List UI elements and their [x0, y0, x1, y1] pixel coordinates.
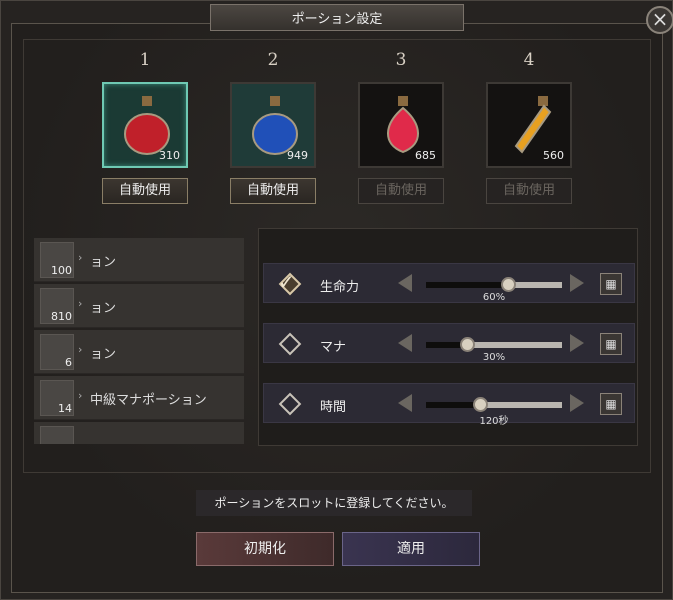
slot-number: 2: [267, 50, 279, 70]
auto-use-button[interactable]: 自動使用: [102, 178, 188, 204]
pink-potion-icon: [387, 96, 419, 154]
slot-potion-box[interactable]: 685: [358, 82, 444, 168]
setting-row-time: 時間 120秒 ▦: [263, 383, 635, 427]
orange-vial-icon: [514, 96, 552, 154]
list-item[interactable]: 100 › ョン: [34, 238, 244, 282]
slot-count: 949: [287, 149, 308, 162]
slider-fill: [426, 402, 481, 408]
potion-icon: 14: [40, 380, 74, 416]
decrease-arrow-icon[interactable]: [398, 394, 412, 412]
potion-name: ョン: [90, 255, 117, 270]
slot-potion-box[interactable]: 310: [102, 82, 188, 168]
chevron-right-icon: ›: [78, 251, 83, 264]
chevron-right-icon: ›: [78, 389, 83, 402]
time-checkbox[interactable]: [278, 392, 302, 416]
increase-arrow-icon[interactable]: [570, 274, 584, 292]
potion-name: ョン: [90, 347, 117, 362]
grid-icon[interactable]: ▦: [600, 393, 622, 415]
list-item[interactable]: 14 › 中級マナポーション: [34, 376, 244, 420]
slot-number: 1: [139, 50, 151, 70]
setting-row-mana: マナ 30% ▦: [263, 323, 635, 363]
grid-icon[interactable]: ▦: [600, 333, 622, 355]
potion-icon: [40, 426, 74, 444]
close-icon[interactable]: ×: [646, 6, 673, 34]
list-item[interactable]: 810 › ョン: [34, 284, 244, 328]
checkmark-icon: ✓: [278, 270, 295, 294]
slider-fill: [426, 282, 508, 288]
settings-panel: ✓ 生命力 60% ▦ マナ 30% ▦ 時間 120秒 ▦: [258, 228, 638, 446]
auto-use-button[interactable]: 自動使用: [358, 178, 444, 204]
slot-potion-box[interactable]: 949: [230, 82, 316, 168]
blue-potion-icon: [252, 96, 298, 155]
slot-count: 685: [415, 149, 436, 162]
mana-checkbox[interactable]: [278, 332, 302, 356]
setting-value: 60%: [482, 292, 506, 303]
slider-knob[interactable]: [459, 337, 475, 352]
potion-icon: 100: [40, 242, 74, 278]
decrease-arrow-icon[interactable]: [398, 334, 412, 352]
list-item[interactable]: [34, 422, 244, 444]
slot-number: 4: [523, 50, 535, 70]
potion-body: [124, 113, 170, 155]
slot-count: 560: [543, 149, 564, 162]
hp-slider[interactable]: [426, 277, 562, 292]
slot-potion-box[interactable]: 560: [486, 82, 572, 168]
setting-label: 生命力: [320, 280, 360, 295]
setting-row-hp: ✓ 生命力 60% ▦: [263, 263, 635, 303]
red-potion-icon: [124, 96, 170, 155]
setting-value: 30%: [482, 352, 506, 363]
window-title: ポーション設定: [210, 4, 464, 31]
increase-arrow-icon[interactable]: [570, 394, 584, 412]
setting-label: 時間: [320, 400, 347, 415]
grid-icon[interactable]: ▦: [600, 273, 622, 295]
increase-arrow-icon[interactable]: [570, 334, 584, 352]
slider-knob[interactable]: [473, 397, 489, 412]
potion-list[interactable]: 100 › ョン 810 › ョン 6 › ョン 14 › 中級マナポーション: [34, 236, 244, 444]
setting-label: マナ: [320, 340, 347, 355]
potion-name: 中級マナポーション: [90, 393, 207, 408]
slot-4: 4 560 自動使用: [486, 50, 572, 204]
slot-count: 310: [159, 149, 180, 162]
potion-icon: 810: [40, 288, 74, 324]
list-item[interactable]: 6 › ョン: [34, 330, 244, 374]
apply-button[interactable]: 適用: [342, 532, 480, 566]
setting-value: 120秒: [479, 416, 509, 427]
time-slider[interactable]: [426, 397, 562, 412]
slot-3: 3 685 自動使用: [358, 50, 444, 204]
slot-1: 1 310 自動使用: [102, 50, 188, 204]
auto-use-button[interactable]: 自動使用: [486, 178, 572, 204]
chevron-right-icon: ›: [78, 343, 83, 356]
potion-icon: 6: [40, 334, 74, 370]
instruction-message: ポーションをスロットに登録してください。: [196, 490, 472, 516]
potion-name: ョン: [90, 301, 117, 316]
slider-knob[interactable]: [500, 277, 516, 292]
mana-slider[interactable]: [426, 337, 562, 352]
decrease-arrow-icon[interactable]: [398, 274, 412, 292]
chevron-right-icon: ›: [78, 297, 83, 310]
slot-2: 2 949 自動使用: [230, 50, 316, 204]
slot-number: 3: [395, 50, 407, 70]
reset-button[interactable]: 初期化: [196, 532, 334, 566]
auto-use-button[interactable]: 自動使用: [230, 178, 316, 204]
